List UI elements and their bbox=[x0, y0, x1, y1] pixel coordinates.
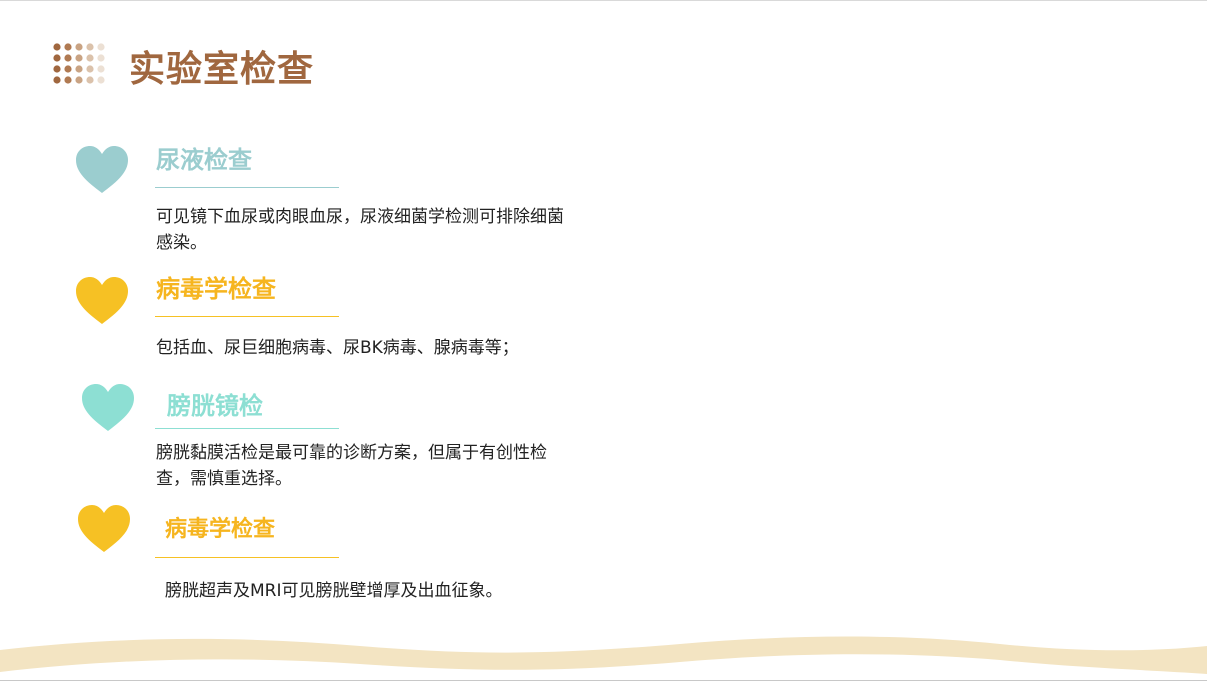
top-divider bbox=[0, 0, 1207, 1]
page-title: 实验室检查 bbox=[129, 49, 315, 90]
section-underline bbox=[155, 187, 339, 188]
dot bbox=[53, 43, 61, 51]
dot bbox=[53, 65, 61, 73]
dot bbox=[97, 54, 105, 62]
heart-icon bbox=[82, 384, 134, 431]
dot bbox=[75, 54, 83, 62]
dot bbox=[86, 43, 94, 51]
heart-icon bbox=[78, 505, 130, 552]
dot bbox=[86, 54, 94, 62]
dot bbox=[64, 54, 72, 62]
dot bbox=[53, 54, 61, 62]
section-heading: 膀胱镜检 bbox=[167, 392, 263, 420]
section-heading: 病毒学检查 bbox=[156, 275, 276, 303]
section-text: 可见镜下血尿或肉眼血尿，尿液细菌学检测可排除细菌感染。 bbox=[156, 207, 564, 253]
dot bbox=[97, 65, 105, 73]
section-text: 包括血、尿巨细胞病毒、尿BK病毒、腺病毒等； bbox=[156, 338, 519, 358]
dot bbox=[53, 76, 61, 84]
section-heading: 尿液检查 bbox=[156, 146, 252, 174]
heart-icon bbox=[76, 146, 128, 193]
section-text: 膀胱黏膜活检是最可靠的诊断方案，但属于有创性检查，需慎重选择。 bbox=[156, 443, 547, 489]
dot-grid-icon bbox=[53, 43, 105, 84]
dot bbox=[75, 65, 83, 73]
section-heading: 病毒学检查 bbox=[165, 517, 276, 542]
dot bbox=[64, 43, 72, 51]
section-text: 膀胱超声及MRI可见膀胱壁增厚及出血征象。 bbox=[165, 581, 503, 601]
wave-decoration bbox=[0, 636, 1207, 674]
dot bbox=[75, 76, 83, 84]
dot bbox=[64, 65, 72, 73]
dot bbox=[75, 43, 83, 51]
dot bbox=[64, 76, 72, 84]
dot bbox=[86, 76, 94, 84]
section-underline bbox=[155, 428, 339, 429]
section-underline bbox=[155, 557, 339, 558]
dot bbox=[86, 65, 94, 73]
dot bbox=[97, 43, 105, 51]
dot bbox=[97, 76, 105, 84]
section-underline bbox=[155, 316, 339, 317]
heart-icon bbox=[76, 277, 128, 324]
bottom-divider bbox=[0, 680, 1207, 681]
